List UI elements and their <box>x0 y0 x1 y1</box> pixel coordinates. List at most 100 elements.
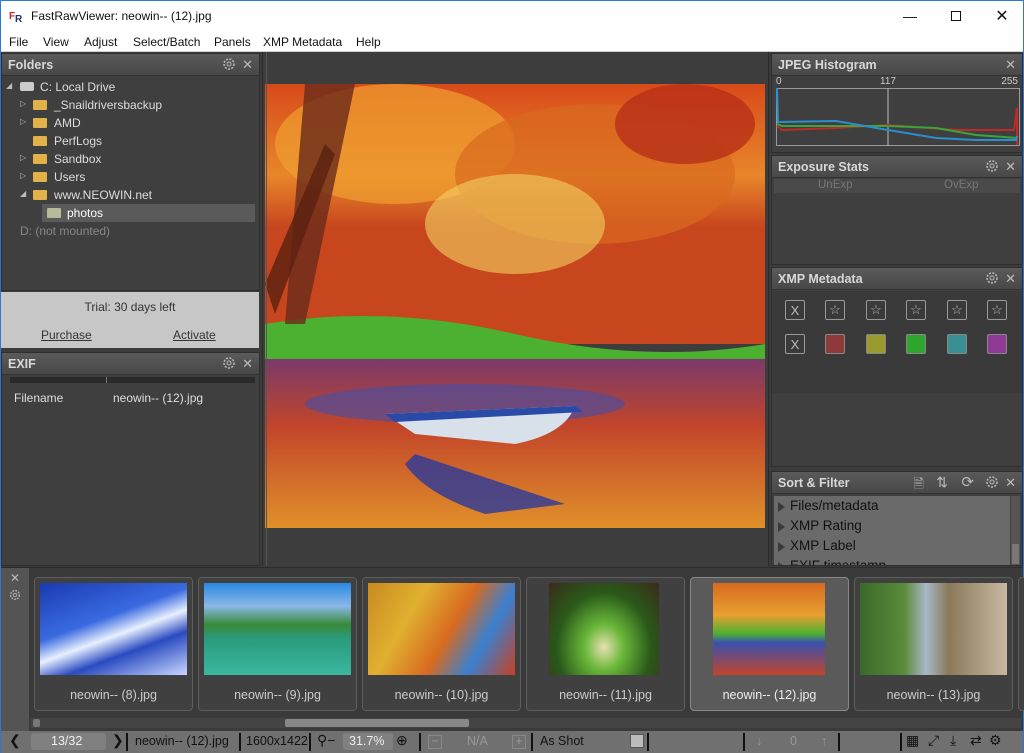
column-divider[interactable] <box>106 377 107 383</box>
expand-arrow-icon[interactable]: ▷ <box>20 117 26 126</box>
star-3-button[interactable]: ☆ <box>906 300 926 320</box>
tree-item-photos[interactable]: photos <box>42 204 255 222</box>
thumbnail[interactable]: neowin-- (8).jpg <box>34 577 193 711</box>
down-arrow-icon[interactable]: ↓ <box>756 734 762 748</box>
gear-icon[interactable] <box>221 355 237 371</box>
thumbnail-partial[interactable] <box>1018 577 1024 711</box>
grid-view-icon[interactable]: ▦ <box>906 732 919 749</box>
folders-panel: Folders ✕ ◢ C: Local Drive ▷ _Snaildrive… <box>1 53 260 291</box>
collapse-arrow-icon[interactable]: ◢ <box>6 81 12 90</box>
label-blue-button[interactable] <box>947 334 967 354</box>
settings-icon[interactable]: ⚙ <box>989 732 1002 749</box>
zoom-in-icon[interactable]: ⊕ <box>396 732 408 749</box>
white-balance[interactable]: As Shot <box>540 734 584 748</box>
filter-group-files-metadata[interactable]: Files/metadata <box>778 498 879 513</box>
folders-panel-header: Folders ✕ <box>2 54 259 76</box>
thumbnail[interactable]: neowin-- (10).jpg <box>362 577 521 711</box>
label-purple-button[interactable] <box>987 334 1007 354</box>
tree-item-label: PerfLogs <box>54 134 103 148</box>
gear-icon[interactable] <box>984 474 1000 490</box>
gear-icon[interactable] <box>984 270 1000 286</box>
tree-item-sandbox[interactable]: ▷ Sandbox <box>2 150 259 168</box>
maximize-button[interactable] <box>933 1 979 31</box>
expand-arrow-icon[interactable]: ▷ <box>20 171 26 180</box>
sort-filter-scrollbar[interactable] <box>1011 496 1020 565</box>
tree-item-perflogs[interactable]: PerfLogs <box>2 132 259 150</box>
close-icon[interactable]: ✕ <box>242 356 253 372</box>
clear-label-button[interactable]: X <box>785 334 805 354</box>
expand-arrow-icon[interactable]: ▷ <box>20 153 26 162</box>
separator <box>309 733 311 751</box>
close-icon[interactable]: ✕ <box>1005 475 1016 491</box>
tree-item-neowin[interactable]: ◢ www.NEOWIN.net <box>2 186 259 204</box>
close-icon[interactable]: ✕ <box>1005 159 1016 175</box>
menu-file[interactable]: File <box>9 35 28 49</box>
filter-group-xmp-label[interactable]: XMP Label <box>778 538 856 553</box>
separator <box>531 733 533 751</box>
close-icon[interactable]: ✕ <box>10 571 20 585</box>
menu-panels[interactable]: Panels <box>214 35 251 49</box>
expand-arrow-icon[interactable]: ▷ <box>20 99 26 108</box>
thumbnail[interactable]: neowin-- (9).jpg <box>198 577 357 711</box>
tree-item-d-drive[interactable]: D: (not mounted) <box>2 222 259 240</box>
exposure-panel-title: Exposure Stats <box>778 160 870 174</box>
scrollbar-thumb[interactable] <box>285 719 469 727</box>
menu-view[interactable]: View <box>43 35 69 49</box>
gear-icon[interactable] <box>984 158 1000 174</box>
close-button[interactable]: ✕ <box>979 1 1024 31</box>
exif-panel-title: EXIF <box>8 357 36 371</box>
star-1-button[interactable]: ☆ <box>825 300 845 320</box>
menu-xmp-metadata[interactable]: XMP Metadata <box>263 35 342 49</box>
label-red-button[interactable] <box>825 334 845 354</box>
exposure-decrease-button[interactable]: − <box>428 735 442 749</box>
close-icon[interactable]: ✕ <box>1005 57 1016 73</box>
next-image-button[interactable]: ❯ <box>112 732 124 749</box>
filmstrip-scrollbar[interactable] <box>31 718 1021 728</box>
thumbnail-selected[interactable]: neowin-- (12).jpg <box>690 577 849 711</box>
image-viewer[interactable] <box>262 52 769 566</box>
filter-group-exif-timestamp[interactable]: EXIF timestamp <box>778 558 886 565</box>
star-4-button[interactable]: ☆ <box>947 300 967 320</box>
sort-order-icon[interactable]: ⇅ <box>936 474 948 491</box>
tree-item-users[interactable]: ▷ Users <box>2 168 259 186</box>
activate-link[interactable]: Activate <box>173 328 216 342</box>
histogram: 0 117 255 <box>776 76 1020 156</box>
up-arrow-icon[interactable]: ↑ <box>821 734 827 748</box>
thumbnail[interactable]: neowin-- (11).jpg <box>526 577 685 711</box>
star-icon: ☆ <box>829 302 841 317</box>
menu-adjust[interactable]: Adjust <box>84 35 117 49</box>
star-2-button[interactable]: ☆ <box>866 300 886 320</box>
menu-select-batch[interactable]: Select/Batch <box>133 35 200 49</box>
file-search-icon[interactable]: 🗎 <box>914 475 924 497</box>
close-icon[interactable]: ✕ <box>242 57 253 73</box>
folders-panel-title: Folders <box>8 58 54 72</box>
label-green-button[interactable] <box>906 334 926 354</box>
thumbnail[interactable]: neowin-- (13).jpg <box>854 577 1013 711</box>
scrollbar-thumb[interactable] <box>1012 544 1019 564</box>
tree-item-c-drive[interactable]: ◢ C: Local Drive <box>2 78 259 96</box>
exposure-increase-button[interactable]: + <box>512 735 526 749</box>
menu-help[interactable]: Help <box>356 35 381 49</box>
previous-image-button[interactable]: ❮ <box>9 732 21 749</box>
scroll-left-handle[interactable] <box>33 719 40 727</box>
fullscreen-icon[interactable]: ⤢ <box>928 732 939 749</box>
label-yellow-button[interactable] <box>866 334 886 354</box>
filmstrip-controls: ✕ <box>1 568 29 732</box>
star-5-button[interactable]: ☆ <box>987 300 1007 320</box>
tree-item-snaildriversbackup[interactable]: ▷ _Snaildriversbackup <box>2 96 259 114</box>
refresh-icon[interactable]: ⟳ <box>961 473 974 491</box>
collapse-arrow-icon[interactable]: ◢ <box>20 189 26 198</box>
gear-icon[interactable] <box>8 588 22 602</box>
purchase-link[interactable]: Purchase <box>41 328 92 342</box>
clear-rating-button[interactable]: X <box>785 300 805 320</box>
tree-item-amd[interactable]: ▷ AMD <box>2 114 259 132</box>
minimize-button[interactable]: — <box>887 1 933 31</box>
zoom-out-icon[interactable]: ⚲− <box>317 732 335 749</box>
thumbnail-caption: neowin-- (13).jpg <box>886 688 981 702</box>
compare-icon[interactable]: ⇄ <box>970 732 982 749</box>
download-icon[interactable]: ⤓ <box>950 732 956 749</box>
filter-group-xmp-rating[interactable]: XMP Rating <box>778 518 862 533</box>
white-balance-dropdown-icon[interactable] <box>630 734 644 748</box>
gear-icon[interactable] <box>221 56 237 72</box>
close-icon[interactable]: ✕ <box>1005 271 1016 287</box>
